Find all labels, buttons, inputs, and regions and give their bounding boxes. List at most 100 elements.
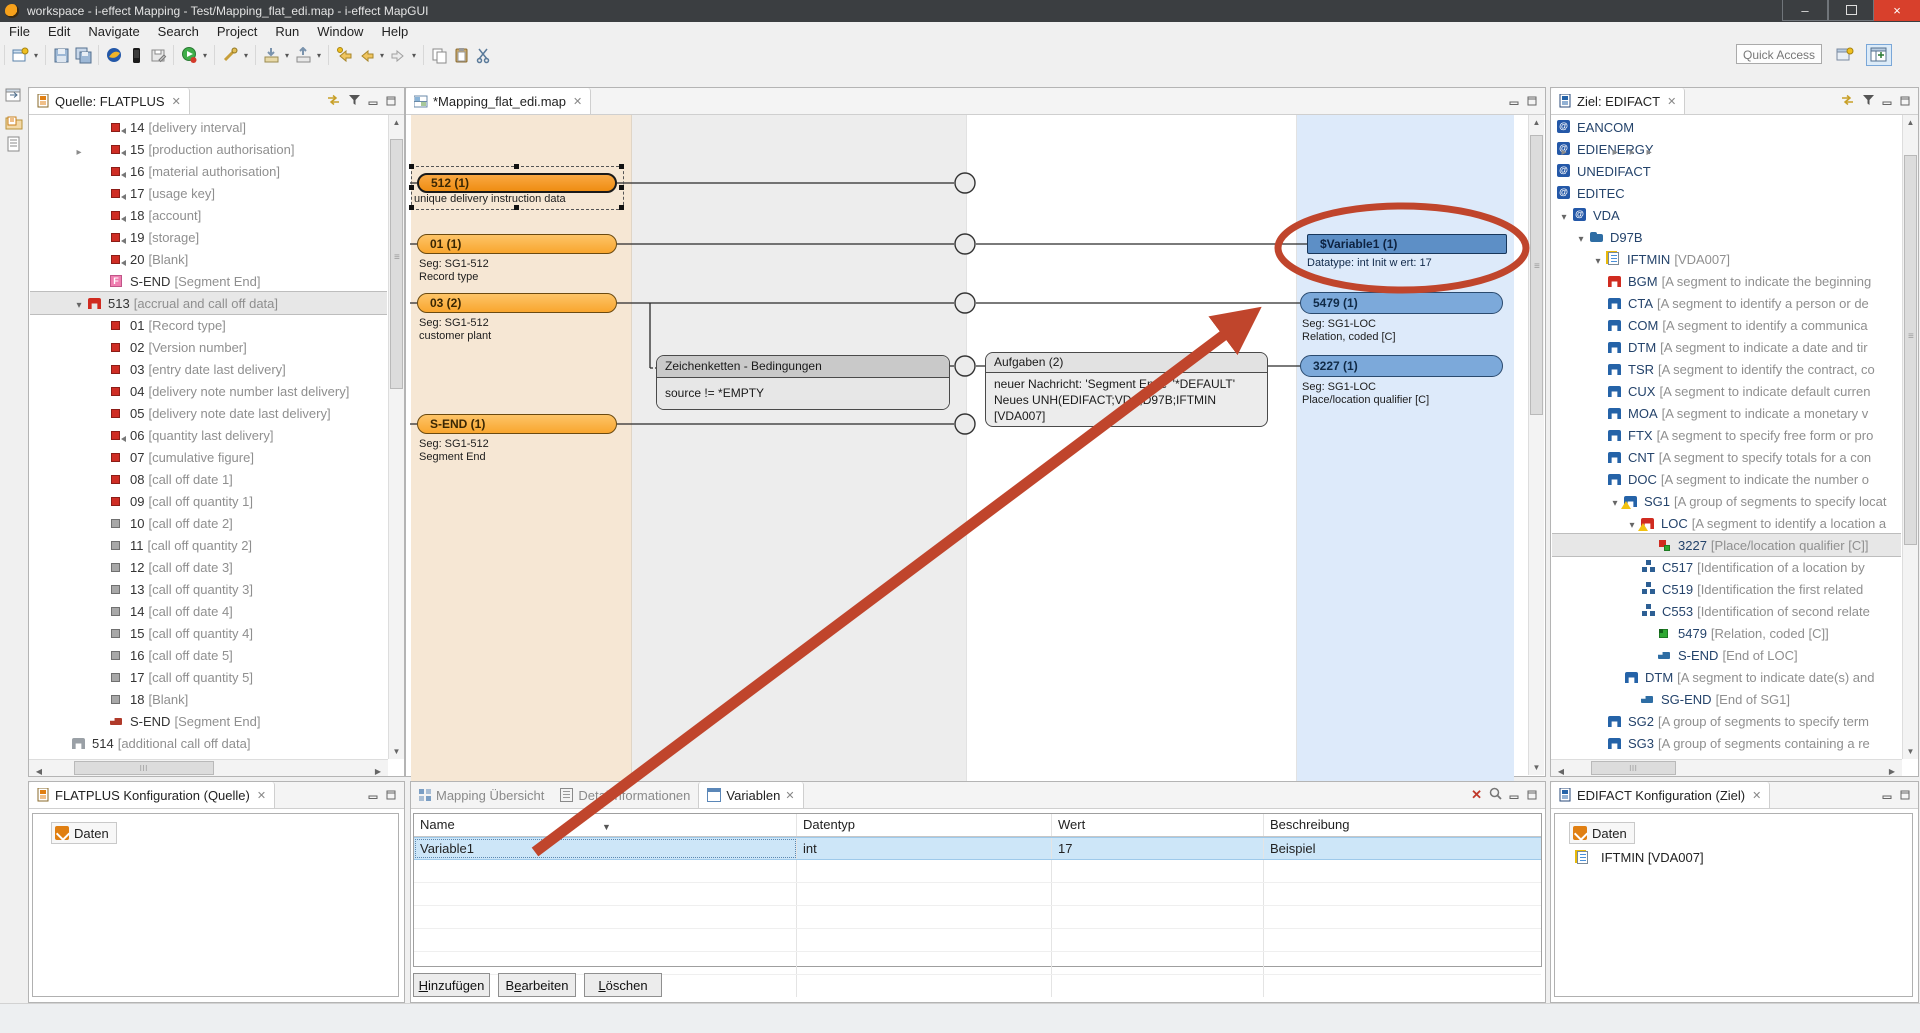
scroll-down-icon[interactable]: ▼ xyxy=(1903,747,1918,756)
tab-mapping-uebersicht[interactable]: Mapping Übersicht xyxy=(411,782,552,808)
minimize-view-icon[interactable] xyxy=(368,94,379,109)
tree-item[interactable]: DOC [A segment to indicate the number o xyxy=(1552,468,1901,490)
menu-item[interactable]: Edit xyxy=(39,22,79,41)
tab-flatplus-konfiguration[interactable]: FLATPLUS Konfiguration (Quelle) ✕ xyxy=(29,782,275,808)
new-dropdown-icon[interactable]: ▾ xyxy=(31,51,41,60)
cell-beschreibung[interactable]: Beispiel xyxy=(1264,838,1541,859)
save-all-icon[interactable] xyxy=(72,44,94,66)
scroll-left-icon[interactable]: ◀ xyxy=(1553,764,1569,780)
source-node-512[interactable]: 512 (1) xyxy=(417,173,617,193)
maximize-view-icon[interactable] xyxy=(386,94,397,109)
condition-node[interactable]: Zeichenketten - Bedingungen source != *E… xyxy=(656,355,950,410)
link-editor-icon[interactable] xyxy=(326,94,341,109)
daten-node[interactable]: Daten xyxy=(1569,822,1635,844)
minimize-view-icon[interactable] xyxy=(1882,788,1893,803)
scroll-up-icon[interactable]: ▲ xyxy=(1903,118,1918,127)
table-row-variable1[interactable]: Variable1 int 17 Beispiel xyxy=(414,837,1541,860)
expander-arrow[interactable] xyxy=(71,143,87,758)
minimize-view-icon[interactable] xyxy=(1882,94,1893,109)
maximize-view-icon[interactable] xyxy=(1527,94,1538,109)
device-icon[interactable] xyxy=(125,44,147,66)
tree-item[interactable]: IFTMIN [VDA007] xyxy=(1552,248,1901,270)
import-icon[interactable] xyxy=(260,44,282,66)
tree-item[interactable]: FTX [A segment to specify free form or p… xyxy=(1552,424,1901,446)
canvas-vscrollbar[interactable]: ▲ ▼ xyxy=(1528,115,1544,775)
new-wizard-icon[interactable] xyxy=(9,44,31,66)
key-dropdown-icon[interactable]: ▾ xyxy=(241,51,251,60)
cell-wert[interactable]: 17 xyxy=(1052,838,1264,859)
save-icon[interactable] xyxy=(50,44,72,66)
scroll-right-icon[interactable]: ▶ xyxy=(370,764,386,780)
close-tab-icon[interactable]: ✕ xyxy=(257,789,266,802)
tree-item[interactable]: SG1 [A group of segments to specify loca… xyxy=(1552,490,1901,512)
tree-item[interactable]: 5479 [Relation, coded [C]] xyxy=(1552,622,1901,644)
scroll-down-icon[interactable]: ▼ xyxy=(1529,763,1544,772)
tree-item[interactable]: SG-END [End of SG1] xyxy=(1552,688,1901,710)
tree-item[interactable]: C517 [Identification of a location by xyxy=(1552,556,1901,578)
maximize-view-icon[interactable] xyxy=(1900,94,1911,109)
link-editor-icon[interactable] xyxy=(1840,94,1855,109)
tree-item[interactable]: LOC [A segment to identify a location a xyxy=(1552,512,1901,534)
cut-icon[interactable] xyxy=(472,44,494,66)
tree-item[interactable]: VDA xyxy=(1552,204,1901,226)
loeschen-button[interactable]: Löschen xyxy=(584,973,662,997)
target-tree-hscrollbar[interactable]: ◀ ▶ xyxy=(1551,759,1902,776)
column-header-datentyp[interactable]: Datentyp xyxy=(797,814,1052,836)
expander-arrow[interactable] xyxy=(1556,143,1572,758)
minimized-folder-icon[interactable] xyxy=(5,114,23,130)
scroll-down-icon[interactable]: ▼ xyxy=(389,747,404,756)
tree-item[interactable]: D97B xyxy=(1552,226,1901,248)
run-icon[interactable] xyxy=(178,44,200,66)
delete-icon[interactable]: ✕ xyxy=(1471,787,1482,803)
tab-mapping-flat-edi[interactable]: *Mapping_flat_edi.map ✕ xyxy=(406,88,591,114)
tree-item[interactable]: DTM [A segment to indicate a date and ti… xyxy=(1552,336,1901,358)
quick-access-input[interactable]: Quick Access xyxy=(1736,44,1822,64)
source-tree-vscrollbar[interactable]: ▲ ▼ xyxy=(388,115,404,759)
menu-item[interactable]: File xyxy=(0,22,39,41)
tree-item[interactable]: C553 [Identification of second relate xyxy=(1552,600,1901,622)
source-tree-hscrollbar[interactable]: ◀ ▶ xyxy=(29,759,388,776)
maximize-view-icon[interactable] xyxy=(1527,788,1538,803)
close-tab-icon[interactable]: ✕ xyxy=(573,95,582,108)
scroll-up-icon[interactable]: ▲ xyxy=(389,118,404,127)
source-node-01[interactable]: 01 (1) xyxy=(417,234,617,254)
menu-item[interactable]: Search xyxy=(149,22,208,41)
paste-icon[interactable] xyxy=(450,44,472,66)
close-tab-icon[interactable]: ✕ xyxy=(1752,789,1761,802)
forward-icon[interactable] xyxy=(387,44,409,66)
cell-datentyp[interactable]: int xyxy=(797,838,1052,859)
menu-item[interactable]: Run xyxy=(266,22,308,41)
minimize-window-button[interactable]: – xyxy=(1782,0,1828,21)
back-icon[interactable] xyxy=(355,44,377,66)
search-icon[interactable] xyxy=(1489,787,1502,803)
scroll-up-icon[interactable]: ▲ xyxy=(1529,118,1544,127)
scroll-left-icon[interactable]: ◀ xyxy=(31,764,47,780)
tree-item[interactable]: 14 [delivery interval] xyxy=(30,116,387,138)
import-dropdown-icon[interactable]: ▾ xyxy=(282,51,292,60)
run-dropdown-icon[interactable]: ▾ xyxy=(200,51,210,60)
target-node-variable1[interactable]: $Variable1 (1) xyxy=(1307,234,1507,254)
filter-icon[interactable] xyxy=(1862,94,1875,109)
tab-quelle-flatplus[interactable]: Quelle: FLATPLUS ✕ xyxy=(29,88,190,114)
mapgui-perspective-icon[interactable] xyxy=(1866,44,1892,66)
tab-detailinformationen[interactable]: Detailinformationen xyxy=(552,782,698,808)
tree-item[interactable]: C519 [Identification the first related xyxy=(1552,578,1901,600)
minimized-outline-icon[interactable] xyxy=(5,136,23,152)
column-header-beschreibung[interactable]: Beschreibung xyxy=(1264,814,1541,836)
minimize-view-icon[interactable] xyxy=(1509,788,1520,803)
save-config-icon[interactable] xyxy=(147,44,169,66)
maximize-view-icon[interactable] xyxy=(1900,788,1911,803)
back-new-icon[interactable] xyxy=(333,44,355,66)
scroll-right-icon[interactable]: ▶ xyxy=(1884,764,1900,780)
target-node-3227[interactable]: 3227 (1) xyxy=(1300,355,1503,377)
tree-item[interactable]: BGM [A segment to indicate the beginning xyxy=(1552,270,1901,292)
ieffect-globe-icon[interactable] xyxy=(103,44,125,66)
expander-arrow[interactable] xyxy=(1607,143,1623,758)
tree-item[interactable]: 514 [additional call off data] xyxy=(30,732,387,754)
tree-item[interactable]: CTA [A segment to identify a person or d… xyxy=(1552,292,1901,314)
close-tab-icon[interactable]: ✕ xyxy=(1667,95,1676,108)
tree-item[interactable]: S-END [End of LOC] xyxy=(1552,644,1901,666)
tree-item[interactable]: TSR [A segment to identify the contract,… xyxy=(1552,358,1901,380)
iftmin-node[interactable]: IFTMIN [VDA007] xyxy=(1575,850,1704,865)
back-dropdown-icon[interactable]: ▾ xyxy=(377,51,387,60)
